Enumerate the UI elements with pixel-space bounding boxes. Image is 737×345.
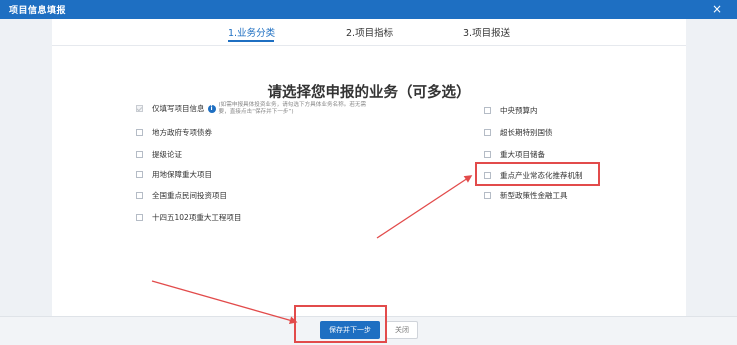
option-label: 用地保障重大项目	[152, 170, 212, 179]
option-local-special-bonds[interactable]: 地方政府专项债券	[136, 127, 212, 138]
checkbox-icon[interactable]	[136, 171, 143, 178]
checkbox-icon[interactable]	[484, 151, 491, 158]
highlight-box-save-button	[294, 305, 387, 343]
tab-project-indicators[interactable]: 2.项目指标	[346, 25, 393, 39]
option-label: 仅填写项目信息	[152, 104, 205, 114]
option-label: 重大项目储备	[500, 150, 545, 159]
tab-project-submission[interactable]: 3.项目报送	[463, 25, 510, 39]
option-label: 地方政府专项债券	[152, 128, 212, 137]
checkbox-icon[interactable]	[484, 192, 491, 199]
steps-divider	[52, 45, 686, 46]
page-heading: 请选择您申报的业务（可多选）	[267, 85, 471, 101]
option-label: 全国重点民间投资项目	[152, 191, 227, 200]
highlight-box-recommendation	[475, 162, 600, 186]
option-label: 中央预算内	[500, 106, 538, 115]
checkbox-icon[interactable]	[136, 129, 143, 136]
option-land-guarantee[interactable]: 用地保障重大项目	[136, 169, 212, 180]
close-icon[interactable]: ×	[712, 2, 722, 16]
step-tabs: 1.业务分类 2.项目指标 3.项目报送	[52, 19, 686, 46]
option-hint: (如需申报具体投资业务，请勾选下方具体业务名称。若无需要，直接点击“保存并下一步…	[218, 102, 367, 115]
option-policy-finance-tools[interactable]: 新型政策性金融工具	[484, 190, 568, 201]
dialog-titlebar: 项目信息填报 ×	[0, 0, 737, 19]
dialog-title: 项目信息填报	[9, 6, 67, 16]
checkbox-icon[interactable]	[136, 151, 143, 158]
option-label: 新型政策性金融工具	[500, 191, 568, 200]
option-escalated-review[interactable]: 提级论证	[136, 149, 182, 160]
option-102-major-projects[interactable]: 十四五102项重大工程项目	[136, 212, 241, 223]
option-major-project-reserve[interactable]: 重大项目储备	[484, 149, 545, 160]
checkbox-checked-icon[interactable]	[136, 105, 143, 113]
checkbox-icon[interactable]	[484, 107, 491, 114]
close-button[interactable]: 关闭	[386, 321, 418, 339]
option-central-budget[interactable]: 中央预算内	[484, 105, 538, 116]
active-step-underline	[228, 40, 274, 42]
tab-business-category[interactable]: 1.业务分类	[228, 25, 275, 39]
info-icon: i	[207, 104, 216, 113]
option-label: 十四五102项重大工程项目	[152, 213, 242, 222]
option-label: 提级论证	[152, 150, 182, 159]
option-ultra-long-bonds[interactable]: 超长期特别国债	[484, 127, 553, 138]
checkbox-icon[interactable]	[136, 192, 143, 199]
checkbox-icon[interactable]	[484, 129, 491, 136]
option-private-investment[interactable]: 全国重点民间投资项目	[136, 190, 227, 201]
option-project-info-only[interactable]: 仅填写项目信息 i (如需申报具体投资业务，请勾选下方具体业务名称。若无需要，直…	[136, 102, 369, 115]
checkbox-icon[interactable]	[136, 214, 143, 221]
option-label: 超长期特别国债	[500, 128, 553, 137]
